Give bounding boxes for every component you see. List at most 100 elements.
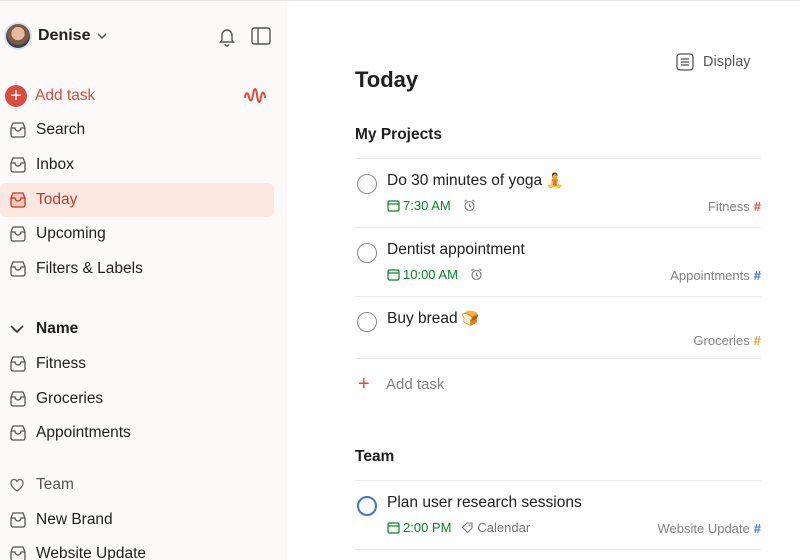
user-name: Denise bbox=[38, 27, 91, 44]
divider bbox=[355, 358, 761, 359]
team-section-toggle[interactable]: Team bbox=[8, 470, 74, 500]
avatar[interactable] bbox=[4, 22, 32, 50]
sidebar-project-website-update[interactable]: Website Update bbox=[0, 537, 274, 560]
add-task-button[interactable]: + Add task bbox=[0, 79, 274, 113]
sidebar-item-label: Website Update bbox=[36, 545, 146, 560]
sidebar-item-inbox[interactable]: Inbox bbox=[0, 148, 274, 182]
chevron-down-icon bbox=[97, 33, 107, 40]
today-icon bbox=[10, 192, 26, 208]
task-project[interactable]: Website Update # bbox=[658, 521, 762, 536]
calendar-icon bbox=[387, 522, 400, 534]
task-title[interactable]: Plan user research sessions bbox=[387, 494, 582, 512]
task-checkbox[interactable] bbox=[357, 496, 377, 516]
project-label: Groceries bbox=[693, 333, 750, 348]
task-project[interactable]: Fitness # bbox=[708, 199, 761, 214]
task-due[interactable]: 10:00 AM bbox=[387, 267, 486, 282]
sidebar-item-upcoming[interactable]: Upcoming bbox=[0, 217, 274, 251]
sidebar-project-new-brand[interactable]: New Brand bbox=[0, 503, 274, 537]
task-label[interactable]: Calendar bbox=[461, 520, 530, 535]
section-title: Team bbox=[36, 476, 74, 493]
sidebar-project-appointments[interactable]: Appointments bbox=[0, 416, 274, 450]
task-item[interactable]: Do 30 minutes of yoga 🧘 7:30 AM Fitness # bbox=[355, 172, 761, 216]
sidebar-item-label: Fitness bbox=[36, 355, 86, 372]
task-item[interactable]: Buy bread 🍞 Groceries # bbox=[355, 310, 761, 350]
main-content: Display Today My Projects Do 30 minutes … bbox=[287, 0, 800, 560]
task-checkbox[interactable] bbox=[357, 174, 377, 194]
sidebar-item-label: Search bbox=[36, 121, 86, 138]
sidebar-item-search[interactable]: Search bbox=[0, 113, 274, 147]
divider bbox=[355, 227, 761, 228]
heart-icon bbox=[10, 478, 24, 492]
project-label: Website Update bbox=[657, 521, 750, 536]
display-button[interactable]: Display bbox=[675, 50, 751, 74]
divider bbox=[355, 158, 761, 159]
calendar-icon bbox=[387, 200, 400, 212]
sidebar-item-label: New Brand bbox=[36, 511, 113, 528]
hash-icon: # bbox=[753, 199, 761, 214]
display-icon bbox=[676, 53, 694, 71]
display-label: Display bbox=[703, 54, 751, 70]
calendar-icon bbox=[387, 269, 400, 281]
user-menu-button[interactable]: Denise bbox=[4, 19, 110, 53]
filters-icon bbox=[10, 261, 26, 277]
task-emoji: 🍞 bbox=[461, 310, 480, 326]
task-time: 10:00 AM bbox=[403, 267, 458, 282]
task-emoji: 🧘 bbox=[546, 172, 564, 188]
tag-icon bbox=[462, 522, 473, 534]
bell-icon[interactable] bbox=[216, 25, 238, 47]
task-time: 2:00 PM bbox=[403, 520, 452, 535]
sidebar-item-label: Appointments bbox=[36, 424, 131, 441]
sidebar-toggle-icon[interactable] bbox=[250, 25, 272, 47]
sidebar-item-label: Today bbox=[36, 191, 78, 208]
soundwave-icon[interactable] bbox=[243, 85, 267, 109]
upcoming-icon bbox=[10, 226, 26, 242]
add-task-label: Add task bbox=[35, 87, 96, 104]
project-icon bbox=[10, 391, 26, 407]
project-label: Fitness bbox=[707, 199, 750, 214]
sidebar-item-label: Filters & Labels bbox=[36, 260, 143, 277]
task-project[interactable]: Appointments # bbox=[670, 268, 761, 283]
project-icon bbox=[10, 425, 26, 441]
task-title[interactable]: Do 30 minutes of yoga 🧘 bbox=[387, 172, 564, 190]
sidebar-item-label: Groceries bbox=[36, 390, 104, 407]
sidebar-project-groceries[interactable]: Groceries bbox=[0, 382, 274, 416]
chevron-down-icon bbox=[10, 325, 24, 334]
search-icon bbox=[10, 122, 26, 138]
divider bbox=[355, 480, 761, 481]
sidebar: Denise + Add task Search Inbox Today Upc… bbox=[0, 0, 287, 560]
task-due[interactable]: 7:30 AM bbox=[387, 198, 479, 213]
task-checkbox[interactable] bbox=[357, 312, 377, 332]
sidebar-item-label: Inbox bbox=[36, 156, 74, 173]
task-checkbox[interactable] bbox=[357, 243, 377, 263]
task-project[interactable]: Groceries # bbox=[693, 333, 761, 348]
sidebar-item-filters-labels[interactable]: Filters & Labels bbox=[0, 252, 274, 286]
sidebar-item-today[interactable]: Today bbox=[0, 183, 274, 217]
project-icon bbox=[10, 512, 26, 528]
plus-icon: + bbox=[358, 373, 370, 395]
add-task-inline-button[interactable]: + Add task bbox=[355, 373, 444, 395]
task-title[interactable]: Dentist appointment bbox=[387, 241, 525, 259]
hash-icon: # bbox=[753, 268, 761, 283]
inbox-icon bbox=[10, 157, 26, 173]
sidebar-item-label: Upcoming bbox=[36, 225, 106, 242]
projects-section-toggle[interactable]: Name bbox=[8, 314, 78, 344]
divider bbox=[355, 549, 761, 550]
divider bbox=[355, 296, 761, 297]
alarm-icon bbox=[471, 268, 482, 281]
alarm-icon bbox=[463, 199, 475, 212]
add-task-label: Add task bbox=[386, 375, 445, 393]
group-title: My Projects bbox=[355, 126, 443, 143]
sidebar-project-fitness[interactable]: Fitness bbox=[0, 347, 274, 381]
project-label: Appointments bbox=[670, 268, 750, 283]
hash-icon: # bbox=[753, 521, 761, 536]
section-title: Name bbox=[36, 320, 79, 337]
project-icon bbox=[10, 546, 26, 560]
task-due[interactable]: 2:00 PM Calendar bbox=[387, 520, 530, 535]
group-title: Team bbox=[355, 448, 395, 465]
task-title-text: Buy bread bbox=[387, 310, 458, 327]
page-title: Today bbox=[355, 67, 419, 92]
task-title-text: Do 30 minutes of yoga bbox=[387, 172, 543, 189]
task-item[interactable]: Dentist appointment 10:00 AM Appointment… bbox=[355, 241, 761, 285]
task-title[interactable]: Buy bread 🍞 bbox=[387, 310, 479, 328]
task-item[interactable]: Plan user research sessions 2:00 PM Cale… bbox=[355, 494, 761, 538]
